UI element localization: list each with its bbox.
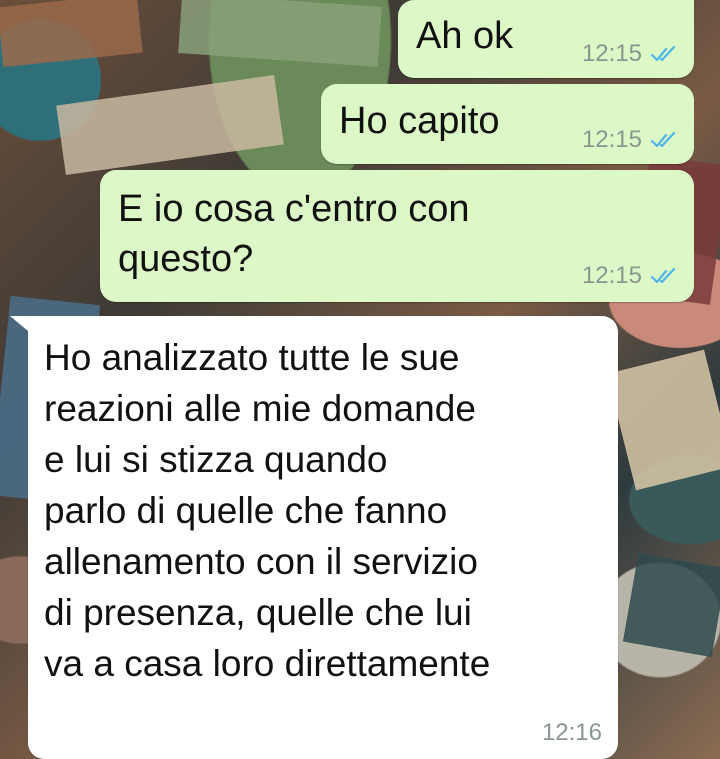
message-text: Ah ok bbox=[416, 15, 514, 57]
message-meta: 12:15 bbox=[582, 126, 680, 154]
wallpaper-book-shape bbox=[0, 0, 143, 68]
message-meta: 12:15 bbox=[582, 40, 680, 68]
wallpaper-book-shape bbox=[178, 0, 382, 67]
message-timestamp: 12:15 bbox=[581, 126, 642, 153]
message-timestamp: 12:15 bbox=[581, 40, 642, 67]
outgoing-message-bubble[interactable]: Ah ok 12:15 bbox=[398, 0, 694, 78]
wallpaper-book-shape bbox=[606, 349, 720, 491]
double-check-read-icon bbox=[650, 45, 676, 62]
message-timestamp: 12:15 bbox=[581, 262, 642, 289]
message-text: E io cosa c'entro con questo? bbox=[118, 188, 470, 280]
message-timestamp: 12:16 bbox=[541, 719, 602, 746]
double-check-read-icon bbox=[650, 131, 676, 148]
wallpaper-book-shape bbox=[622, 552, 720, 658]
wallpaper-book-shape bbox=[56, 75, 284, 175]
incoming-message-bubble[interactable]: Ho analizzato tutte le sue reazioni alle… bbox=[28, 316, 618, 759]
outgoing-message-bubble[interactable]: Ho capito 12:15 bbox=[321, 84, 694, 164]
outgoing-message-bubble[interactable]: E io cosa c'entro con questo? 12:15 bbox=[100, 170, 694, 302]
message-meta: 12:16 bbox=[542, 719, 602, 747]
message-text: Ho capito bbox=[339, 100, 500, 142]
message-text: Ho analizzato tutte le sue reazioni alle… bbox=[44, 337, 491, 684]
double-check-read-icon bbox=[650, 267, 676, 284]
message-meta: 12:15 bbox=[582, 262, 680, 290]
